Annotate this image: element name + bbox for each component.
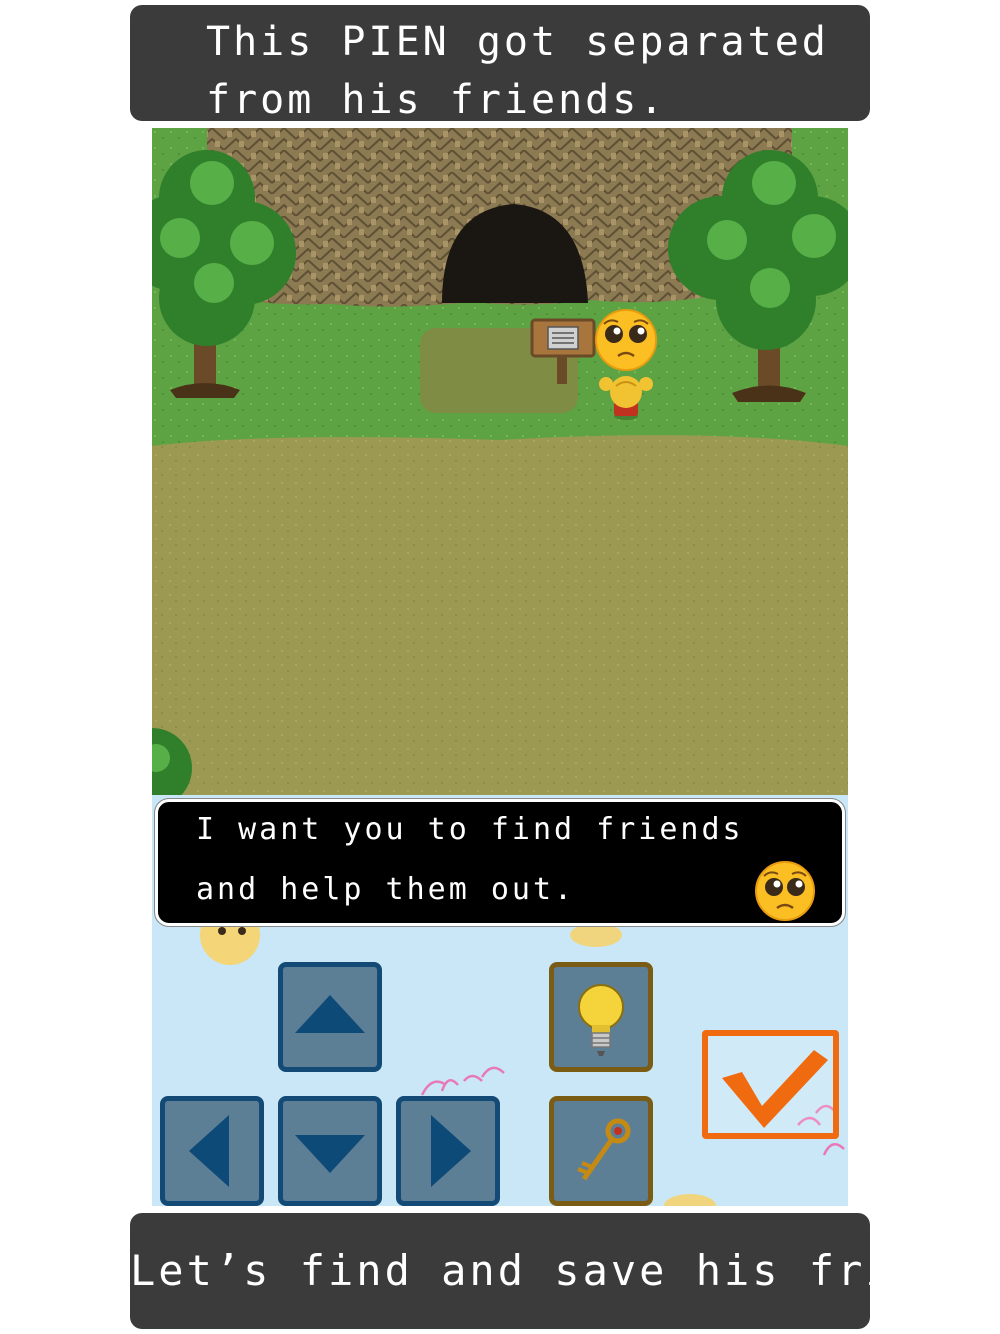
checkmark-icon (722, 1050, 828, 1128)
arrow-up-icon (295, 995, 365, 1033)
dialog-box[interactable]: I want you to find friends and help them… (154, 798, 846, 927)
dialog-line-1: I want you to find friends (196, 812, 744, 847)
dirt-field (152, 435, 848, 795)
dpad-down-button[interactable] (278, 1096, 382, 1206)
arrow-down-icon (295, 1135, 365, 1173)
arrow-left-icon (189, 1115, 229, 1187)
pien-emoji-icon (595, 309, 657, 371)
hint-button[interactable] (549, 962, 653, 1072)
arrow-right-icon (431, 1115, 471, 1187)
key-icon (577, 1118, 631, 1181)
bottom-caption-text: Let’s find and save his friends. (130, 1246, 1000, 1295)
dialog-line-2: and help them out. (196, 872, 576, 907)
pleading-face-icon (755, 861, 815, 921)
key-button[interactable] (549, 1096, 653, 1206)
dpad-right-button[interactable] (396, 1096, 500, 1206)
top-caption: This PIEN got separated from his friends… (130, 5, 870, 123)
top-caption-line-1: This PIEN got separated (206, 19, 829, 65)
bottom-caption: Let’s find and save his friends. (130, 1213, 1000, 1329)
top-caption-line-2: from his friends. (206, 77, 667, 123)
dpad-up-button[interactable] (278, 962, 382, 1072)
confirm-button[interactable] (702, 1030, 839, 1139)
dpad-left-button[interactable] (160, 1096, 264, 1206)
game-map[interactable] (152, 128, 848, 795)
lightbulb-icon (578, 984, 624, 1056)
